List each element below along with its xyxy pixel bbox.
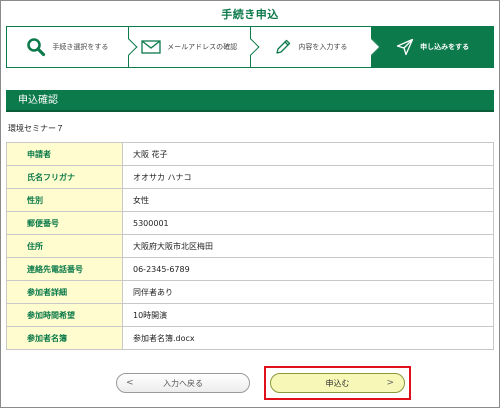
step-submit-application: 申し込みをする bbox=[371, 27, 493, 67]
submit-button-label: 申込む bbox=[325, 378, 350, 388]
field-label: 氏名フリガナ bbox=[6, 165, 123, 189]
step-confirm-email: メールアドレスの確認 bbox=[127, 27, 259, 67]
field-label: 参加者詳細 bbox=[6, 280, 123, 304]
field-label: 住所 bbox=[6, 234, 123, 258]
table-row: 参加者名簿 参加者名簿.docx bbox=[6, 326, 494, 350]
step-label: 手続き選択をする bbox=[52, 43, 109, 51]
step-label: 内容を入力する bbox=[298, 43, 348, 51]
section-header: 申込確認 bbox=[6, 90, 494, 112]
field-value: 06-2345-6789 bbox=[122, 257, 494, 281]
field-label: 性別 bbox=[6, 188, 123, 212]
mail-icon bbox=[141, 40, 161, 54]
field-value: 同伴者あり bbox=[122, 280, 494, 304]
table-row: 参加者詳細 同伴者あり bbox=[6, 280, 494, 304]
confirmation-table: 申請者 大阪 花子 氏名フリガナ オオサカ ハナコ 性別 女性 郵便番号 530… bbox=[6, 142, 494, 350]
field-label: 参加者名簿 bbox=[6, 326, 123, 350]
field-label: 連絡先電話番号 bbox=[6, 257, 123, 281]
step-label: 申し込みをする bbox=[420, 43, 470, 51]
step-progress: 手続き選択をする メールアドレスの確認 内容を入力する 申し込みをする bbox=[6, 26, 494, 68]
table-row: 性別 女性 bbox=[6, 188, 494, 212]
pencil-icon bbox=[274, 38, 292, 56]
field-value: 5300001 bbox=[122, 211, 494, 235]
chevron-right-icon: > bbox=[386, 378, 394, 388]
back-to-input-button[interactable]: < 入力へ戻る bbox=[116, 373, 250, 393]
table-row: 郵便番号 5300001 bbox=[6, 211, 494, 235]
field-value: 10時開演 bbox=[122, 303, 494, 327]
back-button-label: 入力へ戻る bbox=[163, 378, 203, 388]
step-enter-content: 内容を入力する bbox=[249, 27, 381, 67]
field-value: 参加者名簿.docx bbox=[122, 326, 494, 350]
table-row: 連絡先電話番号 06-2345-6789 bbox=[6, 257, 494, 281]
search-icon bbox=[26, 37, 46, 57]
table-row: 参加時間希望 10時開演 bbox=[6, 303, 494, 327]
field-label: 参加時間希望 bbox=[6, 303, 123, 327]
submit-button[interactable]: 申込む > bbox=[270, 373, 405, 393]
step-label: メールアドレスの確認 bbox=[167, 43, 238, 51]
step-select-procedure: 手続き選択をする bbox=[7, 27, 138, 67]
table-row: 住所 大阪府大阪市北区梅田 bbox=[6, 234, 494, 258]
table-row: 氏名フリガナ オオサカ ハナコ bbox=[6, 165, 494, 189]
event-name: 環境セミナー７ bbox=[8, 124, 64, 133]
table-row: 申請者 大阪 花子 bbox=[6, 142, 494, 166]
field-label: 申請者 bbox=[6, 142, 123, 166]
field-value: 大阪 花子 bbox=[122, 142, 494, 166]
field-value: オオサカ ハナコ bbox=[122, 165, 494, 189]
field-value: 女性 bbox=[122, 188, 494, 212]
chevron-left-icon: < bbox=[126, 378, 134, 388]
field-value: 大阪府大阪市北区梅田 bbox=[122, 234, 494, 258]
page-title: 手続き申込 bbox=[221, 8, 279, 21]
send-icon bbox=[396, 38, 414, 56]
field-label: 郵便番号 bbox=[6, 211, 123, 235]
